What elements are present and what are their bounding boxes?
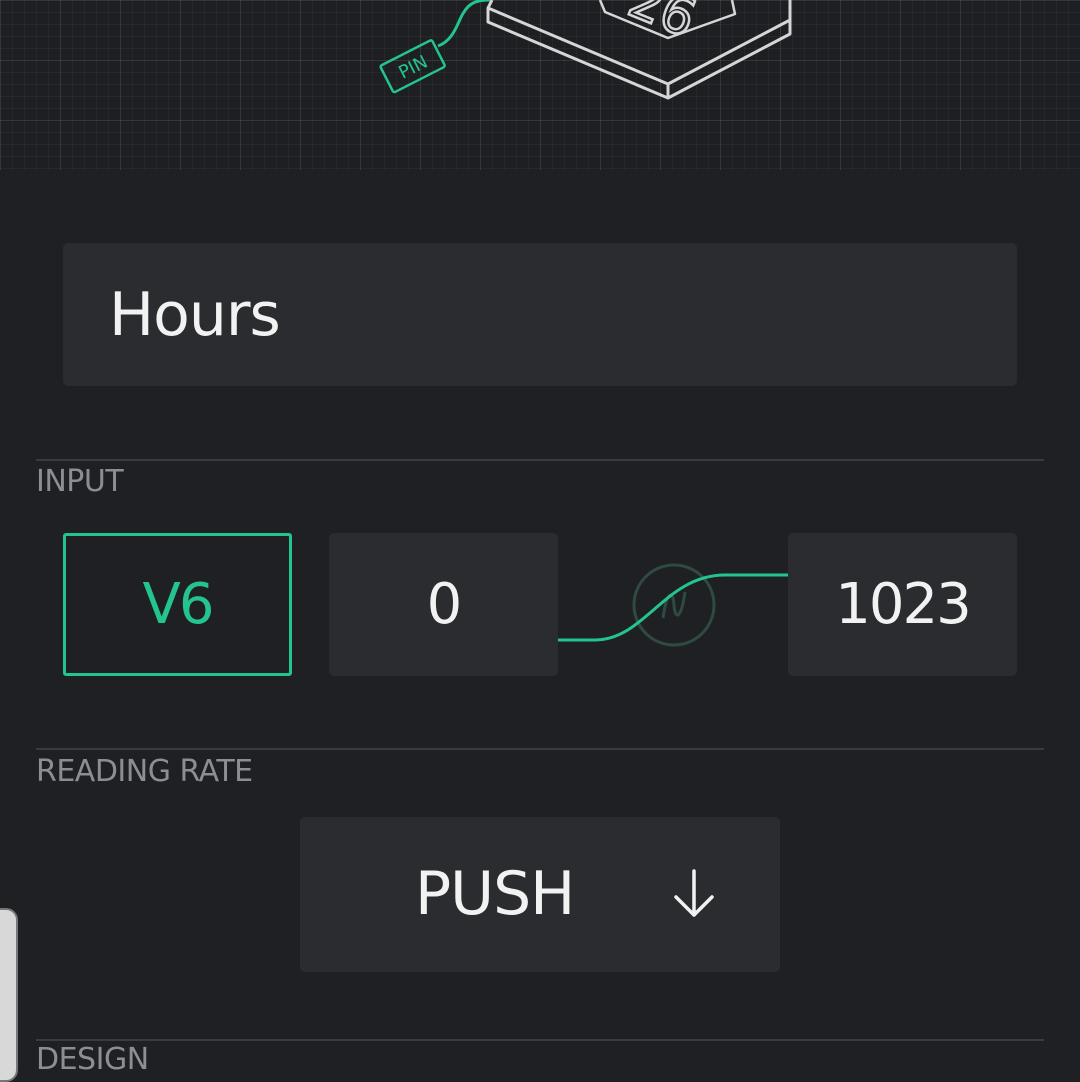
max-value-field[interactable]: 1023 bbox=[788, 533, 1017, 676]
arrow-down-icon bbox=[674, 869, 714, 917]
pin-selector-button[interactable]: V6 bbox=[63, 533, 292, 676]
display-value-text: 26 bbox=[620, 0, 704, 50]
reading-rate-dropdown[interactable]: PUSH bbox=[300, 817, 780, 972]
header-illustration: 26 PIN bbox=[0, 0, 1080, 170]
reading-rate-value: PUSH bbox=[415, 859, 575, 929]
reading-rate-section-label: READING RATE bbox=[36, 754, 253, 789]
widget-name-input[interactable] bbox=[63, 243, 1017, 386]
max-value: 1023 bbox=[835, 572, 972, 637]
input-divider bbox=[36, 459, 1044, 461]
edge-handle[interactable] bbox=[0, 908, 18, 1082]
design-section-label: DESIGN bbox=[36, 1042, 149, 1077]
device-illustration: 26 PIN bbox=[379, 0, 792, 100]
mapping-curve-icon bbox=[558, 563, 788, 647]
design-divider bbox=[36, 1039, 1044, 1041]
pin-value: V6 bbox=[142, 572, 215, 637]
min-value: 0 bbox=[426, 572, 463, 637]
min-value-field[interactable]: 0 bbox=[329, 533, 558, 676]
input-section-label: INPUT bbox=[36, 464, 124, 499]
reading-rate-divider bbox=[36, 748, 1044, 750]
